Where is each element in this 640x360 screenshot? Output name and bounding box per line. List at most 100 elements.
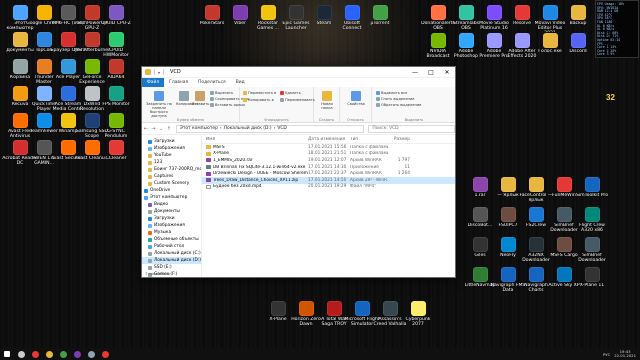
ribbon-tabs: Файл Главная Поделиться Вид xyxy=(142,78,455,87)
nav-item[interactable]: Локальный диск (D:) xyxy=(142,257,201,264)
shortcut-icon xyxy=(458,33,474,48)
file-row[interactable]: 1_EMMIS_2020.rar 19.01.2021 12:07 Архив Wi… xyxy=(202,157,455,164)
delete-button[interactable]: Удалить xyxy=(280,91,301,95)
shortcut-icon xyxy=(372,5,388,20)
shortcut-icon xyxy=(528,267,544,282)
monitor-line: Core 3 9% xyxy=(597,52,615,56)
move-to-label: Переместить в xyxy=(248,91,277,95)
taskbar-clock[interactable]: 19:43 22.01.2021 xyxy=(614,349,636,359)
pin-button[interactable]: Закрепить на панели быстрого доступа xyxy=(144,91,174,118)
file-list[interactable]: Имя Дата изменения Тип Размер MSFS 17.01.… xyxy=(202,136,455,277)
copy-button[interactable]: Копировать xyxy=(176,91,198,106)
desktop-shortcut[interactable]: Flight Crew A320 x86 xyxy=(574,206,610,238)
nav-item[interactable]: YouTube xyxy=(142,152,201,159)
nav-item[interactable]: Загрузки xyxy=(142,138,201,145)
invert-selection-button[interactable]: Обратить выделение xyxy=(376,103,421,107)
new-folder-button[interactable]: Новая папка xyxy=(318,91,336,110)
viber-icon[interactable] xyxy=(70,348,84,360)
nav-item[interactable]: Документы xyxy=(142,208,201,215)
copy-to-label: Копировать в xyxy=(248,98,274,102)
back-arrow-icon[interactable]: ← xyxy=(142,126,150,132)
steam-icon[interactable] xyxy=(84,348,98,360)
file-name-cell: Буднее без 20хd.mp4 xyxy=(202,184,308,189)
column-date[interactable]: Дата изменения xyxy=(308,137,350,142)
up-arrow-icon[interactable]: ↑ xyxy=(165,126,173,132)
nav-item[interactable]: Изображения xyxy=(142,145,201,152)
desktop-shortcut[interactable]: Cyberpunk 2077 xyxy=(400,300,436,332)
select-all-button[interactable]: Выделить все xyxy=(376,91,407,95)
shortcut-icon xyxy=(108,86,124,101)
desktop-shortcut[interactable]: SimBrief Downloader xyxy=(574,236,610,268)
search-input[interactable]: Поиск: VCD xyxy=(368,124,455,133)
column-name[interactable]: Имя xyxy=(202,137,308,142)
title-bar[interactable]: ▾ VCD — □ ✕ xyxy=(142,67,455,78)
navigation-pane[interactable]: Загрузки Изображения YouTube 123 Боинг 737-2… xyxy=(142,136,202,277)
record-icon[interactable] xyxy=(98,348,112,360)
forward-arrow-icon[interactable]: → xyxy=(150,126,158,132)
opera-icon[interactable] xyxy=(28,348,42,360)
file-explorer-window[interactable]: ▾ VCD — □ ✕ Файл Главная Поделиться Вид … xyxy=(141,66,456,278)
explorer-icon[interactable] xyxy=(42,348,56,360)
nav-item[interactable]: Музыка xyxy=(142,229,201,236)
breadcrumb[interactable]: Локальный диск (D:) xyxy=(224,126,272,131)
move-to-button[interactable]: Переместить в xyxy=(243,91,276,95)
quick-access-toolbar[interactable]: ▾ xyxy=(158,70,160,75)
nav-item-icon xyxy=(148,244,152,249)
tab-home[interactable]: Главная xyxy=(164,78,193,87)
file-row[interactable]: Drzewiecki Design - UUEE - Moscow Sherem… xyxy=(202,170,455,177)
paste-button[interactable]: Вставить xyxy=(192,91,209,106)
select-none-button[interactable]: Снять выделение xyxy=(376,97,414,101)
rename-button[interactable]: Переименовать xyxy=(280,98,315,102)
address-bar[interactable]: Этот компьютер › Локальный диск (D:) › VCD xyxy=(175,124,365,133)
column-size[interactable]: Размер xyxy=(388,137,410,142)
clipboard-group-label: Буфер обмена xyxy=(176,118,205,122)
nav-item[interactable]: Custom Scenery xyxy=(142,180,201,187)
desktop-shortcut[interactable]: SimToolkit Pro xyxy=(574,176,610,208)
file-date: 20.01.2021 19:29 xyxy=(308,184,347,190)
maximize-button[interactable]: □ xyxy=(423,67,439,78)
language-indicator[interactable]: РУС xyxy=(603,352,610,357)
cut-button[interactable]: Вырезать xyxy=(210,91,233,95)
nav-item-label: Музыка xyxy=(154,230,172,235)
tab-view[interactable]: Вид xyxy=(231,78,250,87)
desktop-shortcut[interactable]: Discord xyxy=(560,32,596,64)
nav-item[interactable]: Объемные объекты xyxy=(142,236,201,243)
desktop-shortcut[interactable]: µTorrent xyxy=(362,4,398,36)
breadcrumb-separator: › xyxy=(273,126,276,131)
nav-item[interactable]: 123 xyxy=(142,159,201,166)
start-icon[interactable] xyxy=(0,348,14,360)
select-group-label: Выделить xyxy=(404,118,424,122)
nav-item[interactable]: Боинг 737-200RQ_mod xyxy=(142,166,201,173)
file-row[interactable]: X-Plane 18.01.2021 21:51 Папка с файлами xyxy=(202,151,455,158)
tab-share[interactable]: Поделиться xyxy=(193,78,231,87)
desktop-shortcut[interactable]: X-Plane 11 xyxy=(574,266,610,298)
nav-item[interactable]: SSD (E:) xyxy=(142,264,201,271)
copy-to-button[interactable]: Копировать в xyxy=(243,98,274,102)
nav-item[interactable]: Рабочий стол xyxy=(142,243,201,250)
properties-button[interactable]: Свойства xyxy=(346,91,366,106)
nav-item[interactable]: Этот компьютер xyxy=(142,194,201,201)
tab-file[interactable]: Файл xyxy=(142,78,165,87)
search-icon[interactable] xyxy=(14,348,28,360)
file-row[interactable]: Trees_Draw_Distance_Choices_XP11.zip 17.0… xyxy=(202,176,455,184)
chevron-down-icon[interactable]: ⌄ xyxy=(157,126,165,132)
chrome-icon[interactable] xyxy=(56,348,70,360)
nav-item[interactable]: Captures xyxy=(142,173,201,180)
nav-item[interactable]: Загрузки xyxy=(142,215,201,222)
create-group-label: Создать xyxy=(318,118,335,122)
nav-item[interactable]: OneDrive xyxy=(142,187,201,194)
column-type[interactable]: Тип xyxy=(350,137,388,142)
shortcut-icon xyxy=(472,237,488,252)
nav-item-label: Рабочий стол xyxy=(154,244,185,249)
breadcrumb[interactable]: VCD xyxy=(277,126,286,131)
nav-item[interactable]: Изображения xyxy=(142,222,201,229)
close-button[interactable]: ✕ xyxy=(439,67,455,78)
breadcrumb[interactable]: Этот компьютер xyxy=(180,126,218,131)
minimize-button[interactable]: — xyxy=(407,67,423,78)
file-row[interactable]: Буднее без 20хd.mp4 20.01.2021 19:29 Файл … xyxy=(202,184,455,191)
nav-item[interactable]: Локальный диск (C:) xyxy=(142,250,201,257)
file-row[interactable]: MSFS 17.01.2021 15:56 Папка с файлами xyxy=(202,144,455,151)
nav-item[interactable]: Видео xyxy=(142,201,201,208)
file-row[interactable]: DB Brinnan Fix SQLite-3.12.1-win64-v2.ex… xyxy=(202,164,455,171)
desktop-shortcut[interactable]: CCleaner xyxy=(98,139,134,171)
